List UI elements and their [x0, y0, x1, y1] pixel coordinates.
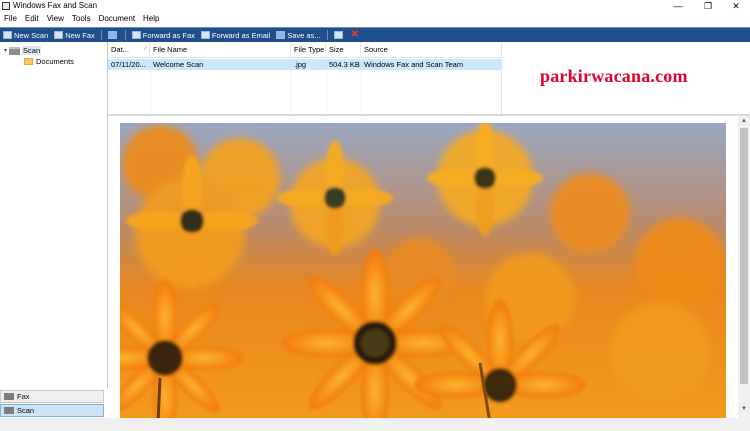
nav-scan-label: Scan [17, 406, 35, 415]
forward-as-fax-button[interactable]: Forward as Fax [129, 28, 198, 42]
scrollbar-thumb[interactable] [740, 128, 748, 384]
title-bar: Windows Fax and Scan — ❐ ✕ [0, 0, 750, 12]
menu-tools[interactable]: Tools [68, 12, 95, 25]
delete-icon: ✖ [350, 29, 359, 40]
menu-document[interactable]: Document [95, 12, 139, 25]
scanner-icon [3, 31, 12, 39]
forward-as-email-button[interactable]: Forward as Email [198, 28, 273, 42]
toolbar-separator [100, 30, 102, 40]
scroll-down-icon[interactable]: ▼ [741, 406, 747, 412]
scanner-icon [9, 46, 21, 55]
column-date[interactable]: Dat... ∕ [108, 42, 150, 57]
new-scan-label: New Scan [14, 30, 49, 40]
forward-as-email-label: Forward as Email [211, 30, 271, 40]
cell-size: 504.3 KB [329, 60, 360, 69]
document-preview [108, 116, 738, 418]
folder-icon [24, 58, 33, 65]
new-fax-button[interactable]: New Fax [51, 28, 98, 42]
window-title: Windows Fax and Scan [13, 1, 98, 10]
new-scan-button[interactable]: New Scan [0, 28, 51, 42]
new-fax-label: New Fax [65, 30, 95, 40]
cell-source: Windows Fax and Scan Team [364, 60, 464, 69]
preview-scrollbar[interactable]: ▲ ▼ [738, 116, 750, 418]
nav-fax[interactable]: Fax [0, 390, 104, 403]
folder-tree: ▾ Scan Documents [0, 42, 108, 388]
toolbar: New Scan New Fax Forward as Fax Forward … [0, 27, 750, 42]
status-bar [0, 418, 750, 431]
watermark-text: parkirwacana.com [540, 66, 688, 86]
forward-as-fax-label: Forward as Fax [142, 30, 195, 40]
menu-help[interactable]: Help [139, 12, 163, 25]
list-header: Dat... ∕ File Name File Type Size Source [108, 42, 501, 58]
save-icon [276, 31, 286, 39]
print-button[interactable] [331, 28, 348, 42]
column-file-name[interactable]: File Name [150, 42, 291, 57]
document-list: Dat... ∕ File Name File Type Size Source… [108, 42, 502, 114]
restore-button[interactable]: ❐ [694, 0, 722, 12]
nav-scan[interactable]: Scan [0, 404, 104, 417]
cell-date: 07/11/20... [111, 60, 146, 69]
preview-image [120, 123, 726, 418]
toolbar-separator [326, 30, 328, 40]
view-icon [107, 31, 117, 39]
table-row[interactable]: 07/11/20... Welcome Scan .jpg 504.3 KB W… [108, 59, 501, 70]
fax-icon [131, 31, 141, 39]
minimize-button[interactable]: — [664, 0, 692, 12]
nav-fax-label: Fax [17, 392, 30, 401]
sort-arrow-icon: ∕ [144, 46, 146, 52]
tree-item-scan-label: Scan [22, 46, 42, 55]
close-button[interactable]: ✕ [722, 0, 750, 12]
tree-item-documents-label: Documents [36, 57, 74, 66]
fax-icon [54, 31, 64, 39]
envelope-icon [200, 31, 210, 39]
column-date-label: Dat... [111, 45, 129, 54]
print-icon [333, 31, 343, 39]
menu-view[interactable]: View [43, 12, 68, 25]
menu-file[interactable]: File [0, 12, 21, 25]
chevron-down-icon[interactable]: ▾ [4, 47, 7, 54]
toolbar-separator [124, 30, 126, 40]
save-as-button[interactable]: Save as... [273, 28, 323, 42]
tree-item-scan[interactable]: ▾ Scan [4, 45, 42, 56]
scanner-icon [4, 407, 14, 414]
cell-file-type: .jpg [294, 60, 307, 69]
delete-button[interactable]: ✖ [348, 28, 364, 42]
scroll-up-icon[interactable]: ▲ [741, 118, 747, 124]
column-file-type[interactable]: File Type [291, 42, 326, 57]
column-source[interactable]: Source [361, 42, 501, 57]
fax-icon [4, 393, 14, 400]
save-as-label: Save as... [287, 30, 321, 40]
cell-file-name: Welcome Scan [153, 60, 204, 69]
view-button[interactable] [105, 28, 122, 42]
app-icon [2, 2, 10, 10]
menu-bar: File Edit View Tools Document Help [0, 12, 750, 25]
menu-edit[interactable]: Edit [21, 12, 43, 25]
column-size[interactable]: Size [326, 42, 361, 57]
tree-item-documents[interactable]: Documents [24, 56, 74, 67]
